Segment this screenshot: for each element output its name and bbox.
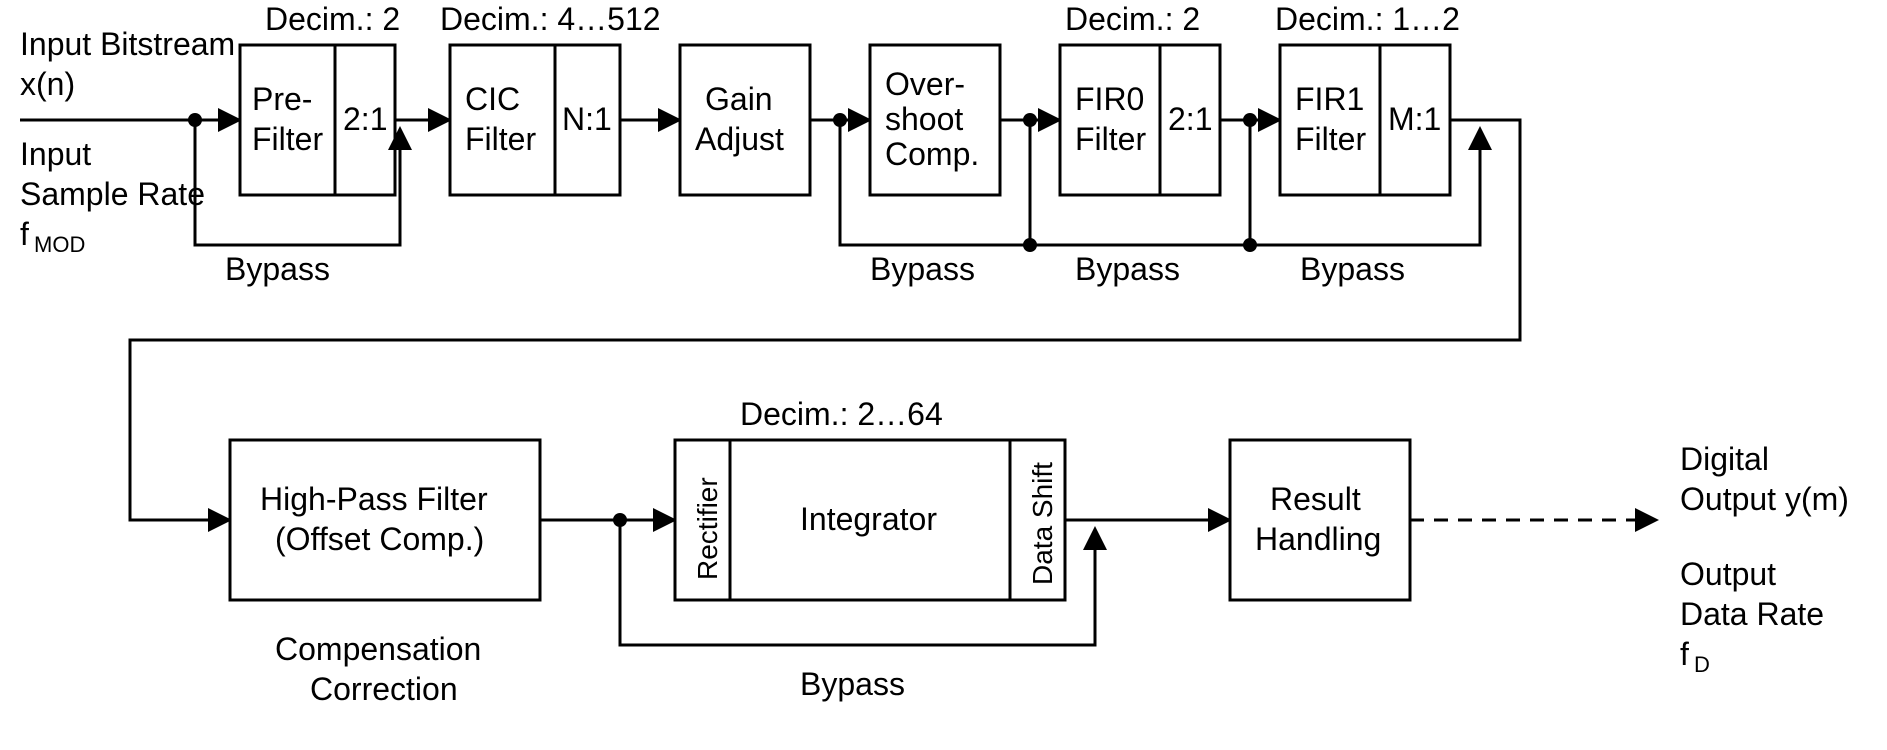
hpf-l2: (Offset Comp.) [275, 521, 484, 557]
fir1-decim-label: Decim.: 1…2 [1275, 1, 1460, 37]
out-l3: Output [1680, 556, 1776, 592]
hpf-cap1: Compensation [275, 631, 481, 667]
int-shift: Data Shift [1027, 462, 1058, 585]
out-f: f [1680, 636, 1689, 672]
gain-adjust-block [680, 45, 810, 195]
cic-l2: Filter [465, 121, 536, 157]
int-main: Integrator [800, 501, 937, 537]
int-bypass-label: Bypass [800, 666, 905, 702]
res-l1: Result [1270, 481, 1361, 517]
input-label-line4: Sample Rate [20, 176, 205, 212]
pre-bypass-label: Bypass [225, 251, 330, 287]
res-l2: Handling [1255, 521, 1381, 557]
pre-filter-ratio: 2:1 [343, 101, 387, 137]
int-rect: Rectifier [692, 477, 723, 580]
input-label-line1: Input Bitstream [20, 26, 235, 62]
fir0-l2: Filter [1075, 121, 1146, 157]
pre-filter-l2: Filter [252, 121, 323, 157]
out-l4: Data Rate [1680, 596, 1824, 632]
hpf-cap2: Correction [310, 671, 458, 707]
fir0-decim-label: Decim.: 2 [1065, 1, 1200, 37]
gain-l1: Gain [705, 81, 773, 117]
fir0-l1: FIR0 [1075, 81, 1144, 117]
over-l3: Comp. [885, 136, 979, 172]
fir0-ratio: 2:1 [1168, 101, 1212, 137]
fir0-bypass-label: Bypass [1075, 251, 1180, 287]
fir1-l2: Filter [1295, 121, 1366, 157]
cic-decim-label: Decim.: 4…512 [440, 1, 661, 37]
out-l1: Digital [1680, 441, 1769, 477]
fir1-l1: FIR1 [1295, 81, 1364, 117]
input-label-line3: Input [20, 136, 91, 172]
cic-ratio: N:1 [562, 101, 612, 137]
result-block [1230, 440, 1410, 600]
fir1-bypass-label: Bypass [1300, 251, 1405, 287]
cic-l1: CIC [465, 81, 520, 117]
pre-filter-l1: Pre- [252, 81, 312, 117]
out-fd-sub: D [1694, 652, 1710, 677]
gain-l2: Adjust [695, 121, 784, 157]
over-bypass-label: Bypass [870, 251, 975, 287]
input-label-fmod-sub: MOD [34, 232, 85, 257]
pre-decim-label: Decim.: 2 [265, 1, 400, 37]
fir1-ratio: M:1 [1388, 101, 1441, 137]
over-l2: shoot [885, 101, 963, 137]
out-l2: Output y(m) [1680, 481, 1849, 517]
over-l1: Over- [885, 66, 965, 102]
int-decim-label: Decim.: 2…64 [740, 396, 943, 432]
hpf-block [230, 440, 540, 600]
input-label-f: f [20, 216, 29, 252]
hpf-l1: High-Pass Filter [260, 481, 488, 517]
input-label-line2: x(n) [20, 66, 75, 102]
